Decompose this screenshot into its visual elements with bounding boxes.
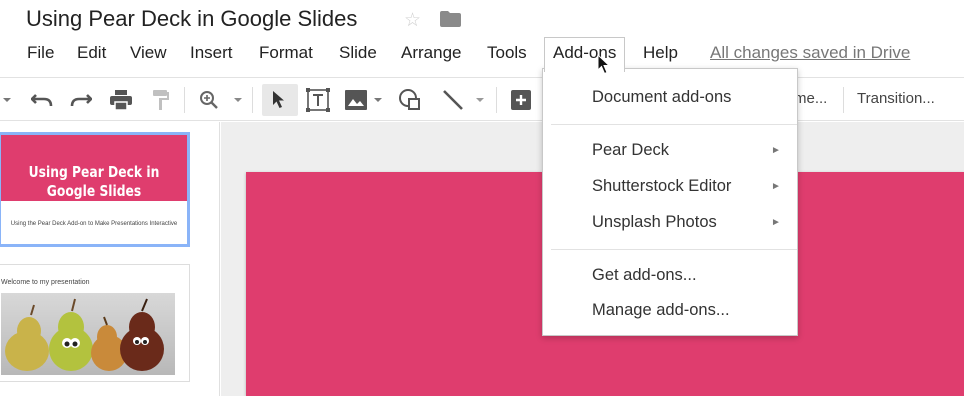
menu-item-get-addons[interactable]: Get add-ons... <box>592 266 697 285</box>
text-box-icon[interactable] <box>305 88 331 112</box>
slide-filmstrip: Using Pear Deck in Google Slides Using t… <box>0 122 220 396</box>
menu-insert[interactable]: Insert <box>189 43 234 63</box>
addons-dropdown-menu: Document add-ons Pear Deck ► Shutterstoc… <box>542 68 798 336</box>
chevron-down-icon[interactable] <box>232 88 244 112</box>
select-cursor-icon[interactable] <box>268 88 290 112</box>
menu-item-unsplash-photos[interactable]: Unsplash Photos <box>592 213 717 232</box>
menu-bar: File Edit View Insert Format Slide Arran… <box>0 35 964 72</box>
menu-tools[interactable]: Tools <box>486 43 528 63</box>
menu-help[interactable]: Help <box>642 43 679 63</box>
chevron-down-icon[interactable] <box>474 88 486 112</box>
menu-arrange[interactable]: Arrange <box>400 43 462 63</box>
google-slides-window: Using Pear Deck in Google Slides ☆ File … <box>0 0 964 396</box>
submenu-arrow-icon: ► <box>771 217 781 228</box>
chevron-down-icon[interactable] <box>2 88 12 112</box>
star-icon[interactable]: ☆ <box>404 9 421 32</box>
shape-icon[interactable] <box>397 88 423 112</box>
menu-item-manage-addons[interactable]: Manage add-ons... <box>592 301 730 320</box>
theme-button[interactable]: me... <box>794 90 827 107</box>
menu-file[interactable]: File <box>26 43 55 63</box>
paint-format-icon[interactable] <box>150 88 172 112</box>
chevron-down-icon[interactable] <box>372 88 384 112</box>
submenu-arrow-icon: ► <box>771 145 781 156</box>
zoom-icon[interactable] <box>196 88 222 112</box>
new-comment-icon[interactable] <box>508 88 534 112</box>
menu-item-document-addons[interactable]: Document add-ons <box>592 88 731 107</box>
thumbnail-title: Welcome to my presentation <box>1 279 90 286</box>
mouse-pointer-icon <box>597 55 611 75</box>
redo-icon[interactable] <box>68 88 94 112</box>
image-icon[interactable] <box>343 88 369 112</box>
submenu-arrow-icon: ► <box>771 181 781 192</box>
save-status-link[interactable]: All changes saved in Drive <box>710 43 910 63</box>
menu-view[interactable]: View <box>129 43 168 63</box>
menu-item-pear-deck[interactable]: Pear Deck <box>592 141 669 160</box>
thumbnail-title: Using Pear Deck in Google Slides <box>28 163 160 200</box>
transition-button[interactable]: Transition... <box>857 90 935 107</box>
folder-icon[interactable] <box>440 11 461 27</box>
document-title[interactable]: Using Pear Deck in Google Slides <box>26 6 357 32</box>
menu-item-shutterstock-editor[interactable]: Shutterstock Editor <box>592 177 731 196</box>
menu-slide[interactable]: Slide <box>338 43 378 63</box>
menu-addons[interactable]: Add-ons <box>544 37 626 72</box>
line-icon[interactable] <box>440 88 466 112</box>
menu-format[interactable]: Format <box>258 43 314 63</box>
thumbnail-subtitle: Using the Pear Deck Add-on to Make Prese… <box>10 221 178 227</box>
pears-image <box>1 293 175 375</box>
toolbar: me... Transition... <box>0 77 964 121</box>
undo-icon[interactable] <box>29 88 55 112</box>
slide-thumbnail-2[interactable]: Welcome to my presentation <box>0 264 190 382</box>
print-icon[interactable] <box>108 88 134 112</box>
slide-thumbnail-1[interactable]: Using Pear Deck in Google Slides Using t… <box>0 132 190 247</box>
menu-edit[interactable]: Edit <box>76 43 107 63</box>
